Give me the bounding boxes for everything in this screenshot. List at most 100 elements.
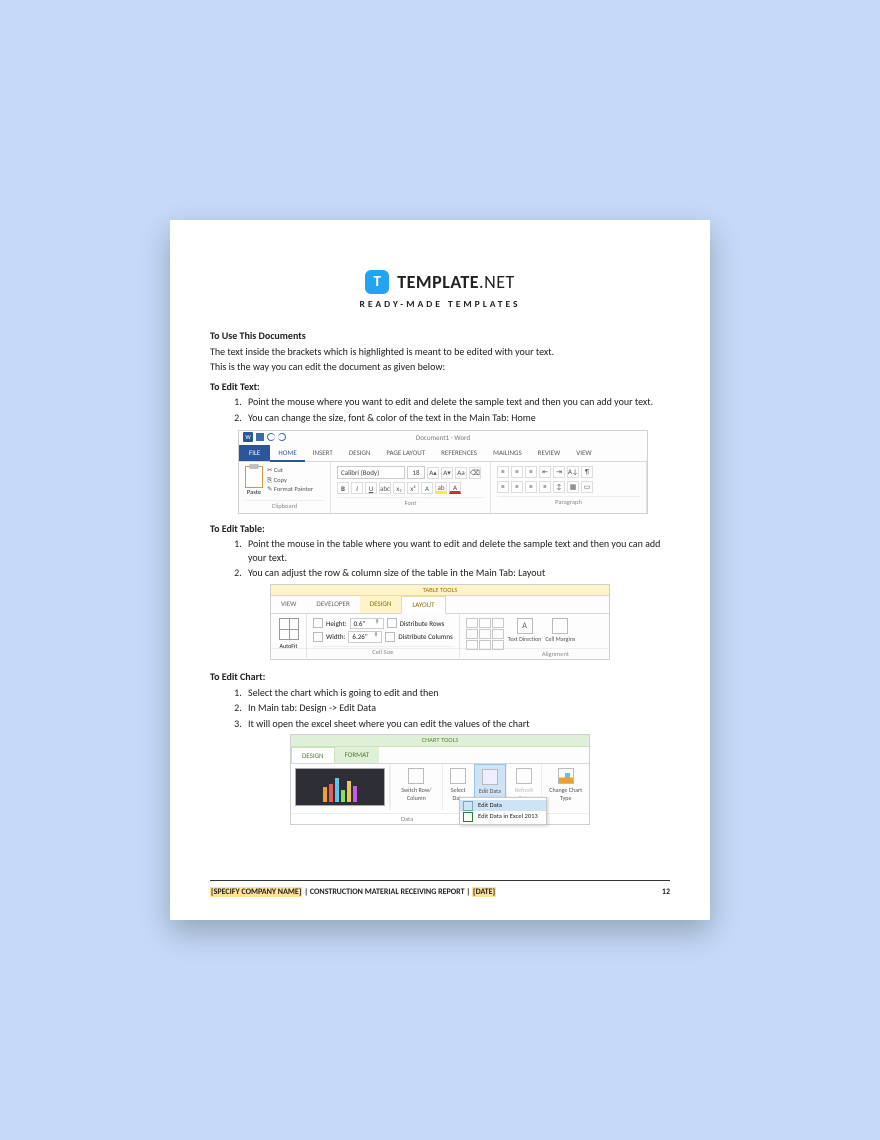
list-item: Select the chart which is going to edit … (244, 686, 670, 700)
tab-references[interactable]: REFERENCES (433, 445, 485, 461)
group-clipboard: Paste ✂ Cut ⎘ Copy ✎ Format Painter Clip… (239, 462, 331, 513)
quick-access-toolbar: W (243, 432, 286, 442)
tab-table-design[interactable]: DESIGN (360, 596, 402, 612)
copy-button[interactable]: ⎘ Copy (267, 476, 313, 486)
distribute-cols-button[interactable]: Distribute Columns (398, 632, 452, 641)
tab-insert[interactable]: INSERT (305, 445, 341, 461)
strike-icon[interactable]: abc (379, 482, 391, 494)
menu-edit-data[interactable]: Edit Data (460, 800, 546, 811)
group-alignment: A Text Direction Cell Margins (460, 614, 609, 659)
tab-review[interactable]: REVIEW (530, 445, 569, 461)
tab-chart-design[interactable]: DESIGN (291, 747, 335, 763)
increase-indent-icon[interactable]: ⇥ (553, 466, 565, 478)
paste-button[interactable]: Paste (245, 488, 263, 497)
col-width-icon (313, 632, 323, 642)
list-item: In Main tab: Design -> Edit Data (244, 701, 670, 715)
heading-edit-chart: To Edit Chart: (210, 670, 670, 684)
tab-page-layout[interactable]: PAGE LAYOUT (378, 445, 433, 461)
word-ribbon-home: W Document1 - Word FILE HOME INSERT DESI… (238, 430, 648, 513)
tab-table-layout[interactable]: LAYOUT (401, 596, 445, 613)
brand-name: TEMPLATE.NET (397, 270, 515, 294)
superscript-icon[interactable]: x² (407, 482, 419, 494)
distribute-rows-icon[interactable] (387, 618, 397, 628)
template-logo-icon: T (365, 270, 389, 294)
distribute-cols-icon[interactable] (385, 632, 395, 642)
italic-icon[interactable]: I (351, 482, 363, 494)
word-ribbon-table-tools: TABLE TOOLS VIEW DEVELOPER DESIGN LAYOUT… (270, 584, 610, 661)
distribute-rows-button[interactable]: Distribute Rows (400, 619, 445, 628)
edit-data-dropdown: Edit Data Edit Data in Excel 2013 (459, 797, 547, 825)
group-label: Font (337, 497, 484, 508)
group-paragraph: ≡ ≡ ≡ ⇤ ⇥ A↓ ¶ ≡ ≡ ≡ ≡ ↕ ▦ ▭ Paragr (491, 462, 647, 513)
numbering-icon[interactable]: ≡ (511, 466, 523, 478)
spreadsheet-icon (463, 801, 473, 811)
cell-margins-icon (552, 618, 568, 634)
borders-icon[interactable]: ▭ (581, 481, 593, 493)
justify-icon[interactable]: ≡ (539, 481, 551, 493)
menu-edit-data-excel[interactable]: Edit Data in Excel 2013 (460, 811, 546, 822)
font-color-icon[interactable]: A (449, 482, 461, 494)
bold-icon[interactable]: B (337, 482, 349, 494)
cut-button[interactable]: ✂ Cut (267, 466, 313, 476)
heading-edit-text: To Edit Text: (210, 380, 670, 394)
decrease-indent-icon[interactable]: ⇤ (539, 466, 551, 478)
grow-font-icon[interactable]: A▴ (427, 467, 439, 479)
underline-icon[interactable]: U (365, 482, 377, 494)
bullets-icon[interactable]: ≡ (497, 466, 509, 478)
group-label: Cell Size (313, 646, 453, 657)
group-cell-size: Height: 0.6"▲▼ Distribute Rows Width: 6.… (307, 614, 460, 659)
ribbon-tabs: FILE HOME INSERT DESIGN PAGE LAYOUT REFE… (239, 445, 647, 462)
line-spacing-icon[interactable]: ↕ (553, 481, 565, 493)
shrink-font-icon[interactable]: A▾ (441, 467, 453, 479)
width-label: Width: (326, 632, 345, 641)
brand-header: T TEMPLATE.NET READY-MADE TEMPLATES (210, 270, 670, 311)
tab-mailings[interactable]: MAILINGS (485, 445, 530, 461)
format-painter-button[interactable]: ✎ Format Painter (267, 485, 313, 495)
excel-icon (463, 812, 473, 822)
tab-file[interactable]: FILE (239, 445, 270, 461)
word-app-icon: W (243, 432, 253, 442)
chart-style-preview[interactable] (295, 768, 385, 806)
tab-chart-format[interactable]: FORMAT (335, 747, 380, 763)
tab-home[interactable]: HOME (270, 445, 304, 462)
window-title: W Document1 - Word (239, 431, 647, 444)
tab-view[interactable]: VIEW (568, 445, 599, 461)
switch-row-col-button[interactable]: Switch Row/ Column (390, 764, 442, 810)
multilevel-icon[interactable]: ≡ (525, 466, 537, 478)
save-icon (256, 433, 264, 441)
sort-icon[interactable]: A↓ (567, 466, 579, 478)
heading-use: To Use This Documents (210, 329, 670, 343)
page-footer: [SPECIFY COMPANY NAME] | CONSTRUCTION MA… (210, 880, 670, 898)
tab-developer[interactable]: DEVELOPER (306, 596, 359, 612)
change-case-icon[interactable]: Aa (455, 467, 467, 479)
autofit-button[interactable]: AutoFit (271, 614, 307, 659)
text-direction-button[interactable]: A Text Direction (508, 618, 542, 657)
intro-p2: This is the way you can edit the documen… (210, 360, 670, 374)
footer-text: [SPECIFY COMPANY NAME] | CONSTRUCTION MA… (210, 887, 496, 898)
tab-view[interactable]: VIEW (271, 596, 306, 612)
align-center-icon[interactable]: ≡ (511, 481, 523, 493)
alignment-grid[interactable] (466, 618, 504, 650)
paste-icon[interactable] (245, 466, 263, 488)
align-right-icon[interactable]: ≡ (525, 481, 537, 493)
change-chart-type-button[interactable]: Change Chart Type (541, 764, 589, 810)
show-marks-icon[interactable]: ¶ (581, 466, 593, 478)
clear-format-icon[interactable]: ⌫ (469, 467, 481, 479)
brand-tagline: READY-MADE TEMPLATES (210, 298, 670, 311)
shading-icon[interactable]: ▦ (567, 481, 579, 493)
align-left-icon[interactable]: ≡ (497, 481, 509, 493)
list-item: Point the mouse in the table where you w… (244, 537, 670, 564)
tab-design[interactable]: DESIGN (341, 445, 379, 461)
width-input[interactable]: 6.26"▲▼ (348, 631, 382, 642)
font-size-select[interactable]: 18 (407, 466, 425, 479)
select-data-icon (450, 768, 466, 784)
text-effects-icon[interactable]: A (421, 482, 433, 494)
highlight-icon[interactable]: ab (435, 482, 447, 494)
font-name-select[interactable]: Calibri (Body) (337, 466, 405, 479)
undo-icon (267, 433, 275, 441)
subscript-icon[interactable]: x₂ (393, 482, 405, 494)
list-item: It will open the excel sheet where you c… (244, 717, 670, 731)
footer-date-placeholder: [DATE] (472, 887, 496, 897)
edit-table-list: Point the mouse in the table where you w… (244, 537, 670, 580)
height-input[interactable]: 0.6"▲▼ (350, 618, 384, 629)
